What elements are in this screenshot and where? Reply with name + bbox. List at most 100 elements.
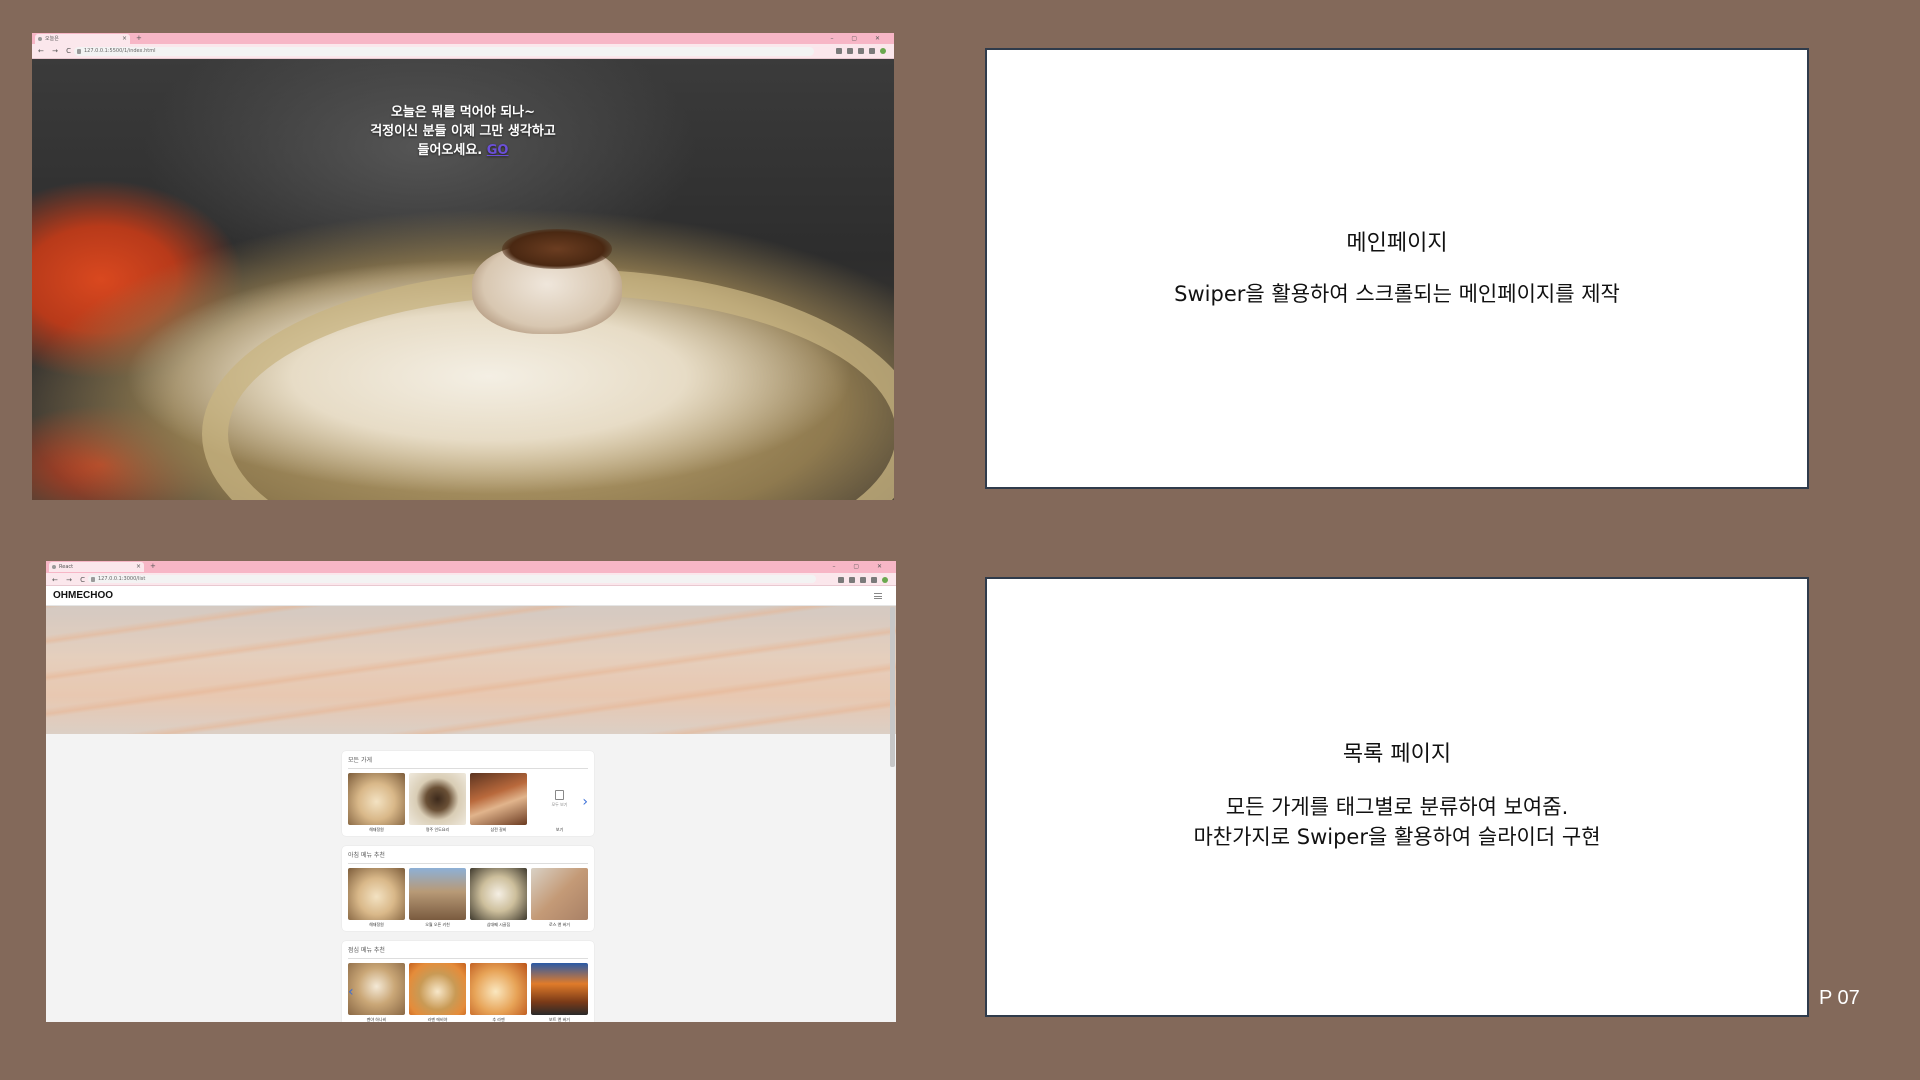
panel-title: 메인페이지 bbox=[1346, 231, 1448, 256]
store-name: 해재정원 bbox=[369, 827, 384, 832]
window-controls[interactable]: – ▢ ✕ bbox=[830, 33, 888, 44]
store-thumbnail[interactable] bbox=[409, 868, 466, 920]
panel-title: 목록 페이지 bbox=[1342, 742, 1452, 767]
store-thumbnail[interactable] bbox=[470, 868, 527, 920]
browser-tab-strip: React × + – ▢ ✕ bbox=[46, 561, 896, 573]
address-bar[interactable]: 127.0.0.1:3000/list bbox=[88, 575, 816, 583]
store-item[interactable]: 멘야 하나비 bbox=[348, 963, 405, 1022]
more-caption: 보기 bbox=[555, 827, 564, 832]
slider-track[interactable]: 해재정원 명주 인도요리 삼전 갈비 모두 보기 보기 bbox=[348, 773, 588, 832]
hero-text: 오늘은 뭐를 먹어야 되나~ 걱정이신 분들 이제 그만 생각하고 들어오세요.… bbox=[32, 103, 894, 160]
store-name: 로스 앤 버거 bbox=[549, 922, 570, 927]
store-thumbnail[interactable] bbox=[531, 868, 588, 920]
store-item[interactable]: 해재정원 bbox=[348, 868, 405, 927]
store-item[interactable]: 라멘 에비야 bbox=[409, 963, 466, 1022]
browser-tab[interactable]: React × bbox=[49, 562, 144, 572]
more-item[interactable]: 모두 보기 보기 bbox=[531, 773, 588, 832]
store-thumbnail[interactable] bbox=[470, 773, 527, 825]
store-name: 삼전 갈비 bbox=[490, 827, 507, 832]
panel-description: Swiper을 활용하여 스크롤되는 메인페이지를 제작 bbox=[1174, 282, 1620, 306]
store-thumbnail[interactable] bbox=[348, 868, 405, 920]
extensions-icon[interactable] bbox=[860, 577, 866, 583]
store-item[interactable]: 오월 오픈 키친 bbox=[409, 868, 466, 927]
store-item[interactable]: 보트 앤 버거 bbox=[531, 963, 588, 1022]
slider-track[interactable]: 해재정원 오월 오픈 키친 삼대째 시골집 로스 앤 버거 bbox=[348, 868, 588, 927]
panel-description-line-2: 마찬가지로 Swiper을 활용하여 슬라이더 구현 bbox=[1193, 825, 1601, 849]
store-thumbnail[interactable] bbox=[409, 963, 466, 1015]
store-name: 삼대째 시골집 bbox=[486, 922, 511, 927]
bookmark-star-icon[interactable] bbox=[847, 48, 853, 54]
profile-avatar[interactable] bbox=[880, 48, 886, 54]
page-scrollbar[interactable] bbox=[890, 607, 895, 767]
main-page-screenshot: 오늘은 × + – ▢ ✕ ← → C 127.0.0.1:5500/1/ind… bbox=[32, 33, 894, 500]
store-name: 추 라멘 bbox=[492, 1017, 505, 1022]
profile-avatar[interactable] bbox=[882, 577, 888, 583]
browser-tab-title: React bbox=[59, 564, 74, 570]
browser-tab[interactable]: 오늘은 × bbox=[35, 34, 130, 44]
slider-track[interactable]: 멘야 하나비 라멘 에비야 추 라멘 보트 앤 버거 bbox=[348, 963, 588, 1022]
list-page-description-panel: 목록 페이지 모든 가게를 태그별로 분류하여 보여줌. 마찬가지로 Swipe… bbox=[985, 577, 1809, 1017]
close-tab-icon[interactable]: × bbox=[136, 562, 141, 572]
category-title: 아침 메뉴 추천 bbox=[348, 850, 588, 864]
store-thumbnail[interactable] bbox=[348, 963, 405, 1015]
category-title: 모든 가게 bbox=[348, 755, 588, 769]
extensions-icon[interactable] bbox=[858, 48, 864, 54]
address-url: 127.0.0.1:5500/1/index.html bbox=[84, 48, 156, 54]
slider-next-icon[interactable]: › bbox=[582, 795, 588, 809]
store-name: 라멘 에비야 bbox=[427, 1017, 448, 1022]
window-controls[interactable]: – ▢ ✕ bbox=[832, 561, 890, 572]
bookmark-star-icon[interactable] bbox=[849, 577, 855, 583]
banner-image bbox=[46, 606, 896, 734]
slider-prev-icon[interactable]: ‹ bbox=[348, 985, 354, 999]
page-number: P 07 bbox=[1819, 987, 1860, 1009]
category-sliders: 모든 가게 해재정원 명주 인도요리 삼전 갈비 모두 보기 보기 › 아침 메… bbox=[342, 751, 594, 1022]
browser-toolbar: ← → C 127.0.0.1:3000/list bbox=[46, 573, 896, 586]
store-thumbnail[interactable] bbox=[348, 773, 405, 825]
address-bar[interactable]: 127.0.0.1:5500/1/index.html bbox=[74, 47, 814, 56]
store-thumbnail[interactable] bbox=[409, 773, 466, 825]
store-item[interactable]: 명주 인도요리 bbox=[409, 773, 466, 832]
category-card-all: 모든 가게 해재정원 명주 인도요리 삼전 갈비 모두 보기 보기 › bbox=[342, 751, 594, 836]
garnish-shape bbox=[502, 229, 612, 269]
store-name: 멘야 하나비 bbox=[366, 1017, 387, 1022]
favicon-icon bbox=[52, 565, 56, 569]
zoom-icon[interactable] bbox=[838, 577, 844, 583]
panel-description-line-1: 모든 가게를 태그별로 분류하여 보여줌. bbox=[1225, 795, 1569, 819]
close-tab-icon[interactable]: × bbox=[122, 34, 127, 44]
store-name: 명주 인도요리 bbox=[425, 827, 450, 832]
hero-line-2: 걱정이신 분들 이제 그만 생각하고 bbox=[370, 124, 556, 139]
new-tab-button[interactable]: + bbox=[150, 561, 156, 572]
enter-link[interactable]: GO bbox=[487, 143, 509, 158]
hero-line-3-text: 들어오세요. bbox=[417, 143, 483, 158]
more-tile[interactable]: 모두 보기 bbox=[531, 773, 588, 825]
browser-tab-title: 오늘은 bbox=[45, 36, 59, 42]
lock-icon bbox=[91, 577, 95, 582]
sidebar-icon[interactable] bbox=[871, 577, 877, 583]
category-card-lunch: 점심 메뉴 추천 멘야 하나비 라멘 에비야 추 라멘 보트 앤 버거 ‹ bbox=[342, 941, 594, 1022]
more-label: 모두 보기 bbox=[551, 802, 568, 807]
list-page-screenshot: React × + – ▢ ✕ ← → C 127.0.0.1:3000/lis… bbox=[46, 561, 896, 1022]
sidebar-icon[interactable] bbox=[869, 48, 875, 54]
navigation-buttons[interactable]: ← → C bbox=[38, 44, 74, 59]
store-item[interactable]: 추 라멘 bbox=[470, 963, 527, 1022]
browser-toolbar: ← → C 127.0.0.1:5500/1/index.html bbox=[32, 44, 894, 59]
address-url: 127.0.0.1:3000/list bbox=[98, 576, 146, 582]
new-tab-button[interactable]: + bbox=[136, 33, 142, 44]
store-item[interactable]: 삼전 갈비 bbox=[470, 773, 527, 832]
store-thumbnail[interactable] bbox=[531, 963, 588, 1015]
toolbar-icons bbox=[838, 577, 888, 583]
store-item[interactable]: 해재정원 bbox=[348, 773, 405, 832]
lock-icon bbox=[77, 49, 81, 54]
store-name: 보트 앤 버거 bbox=[549, 1017, 570, 1022]
brand-logo[interactable]: OHMECHOO bbox=[53, 586, 113, 606]
store-item[interactable]: 로스 앤 버거 bbox=[531, 868, 588, 927]
category-card-breakfast: 아침 메뉴 추천 해재정원 오월 오픈 키친 삼대째 시골집 로스 앤 버거 bbox=[342, 846, 594, 931]
app-header: OHMECHOO bbox=[46, 586, 896, 606]
store-item[interactable]: 삼대째 시골집 bbox=[470, 868, 527, 927]
store-thumbnail[interactable] bbox=[470, 963, 527, 1015]
panel-description: 모든 가게를 태그별로 분류하여 보여줌. 마찬가지로 Swiper을 활용하여… bbox=[987, 792, 1807, 852]
favicon-icon bbox=[38, 37, 42, 41]
hero-line-1: 오늘은 뭐를 먹어야 되나~ bbox=[390, 105, 536, 120]
share-icon[interactable] bbox=[836, 48, 842, 54]
hamburger-menu-icon[interactable] bbox=[874, 593, 882, 599]
